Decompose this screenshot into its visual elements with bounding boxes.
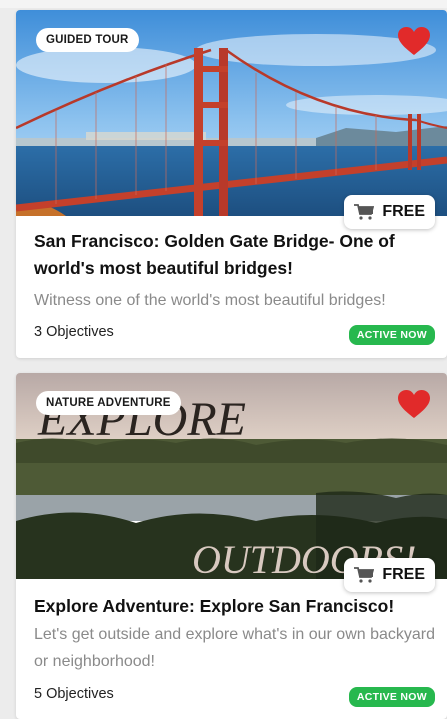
category-tag: NATURE ADVENTURE — [36, 391, 181, 415]
tour-card-explore-adventure[interactable]: EXPLORE OUTDOORS! NATURE ADVENTURE FREE … — [16, 373, 447, 719]
price-button[interactable]: FREE — [344, 195, 435, 229]
status-badge: ACTIVE NOW — [348, 325, 435, 345]
status-badge: ACTIVE NOW — [348, 687, 435, 707]
objectives-count: 5 Objectives — [34, 686, 114, 702]
card-title[interactable]: Explore Adventure: Explore San Francisco… — [34, 593, 433, 620]
cart-icon — [354, 204, 375, 220]
price-button[interactable]: FREE — [344, 558, 435, 592]
heart-icon[interactable] — [397, 389, 431, 419]
category-tag: GUIDED TOUR — [36, 28, 139, 52]
cart-icon — [354, 567, 375, 583]
price-label: FREE — [382, 203, 425, 220]
card-title[interactable]: San Francisco: Golden Gate Bridge- One o… — [34, 228, 433, 282]
card-description: Witness one of the world's most beautifu… — [34, 292, 386, 309]
top-strip — [0, 0, 447, 8]
price-label: FREE — [382, 566, 425, 583]
card-description: Let's get outside and explore what's in … — [34, 626, 436, 670]
objectives-count: 3 Objectives — [34, 324, 114, 340]
heart-icon[interactable] — [397, 26, 431, 56]
tour-card-golden-gate[interactable]: GUIDED TOUR FREE San Francisco: Golden G… — [16, 10, 447, 358]
